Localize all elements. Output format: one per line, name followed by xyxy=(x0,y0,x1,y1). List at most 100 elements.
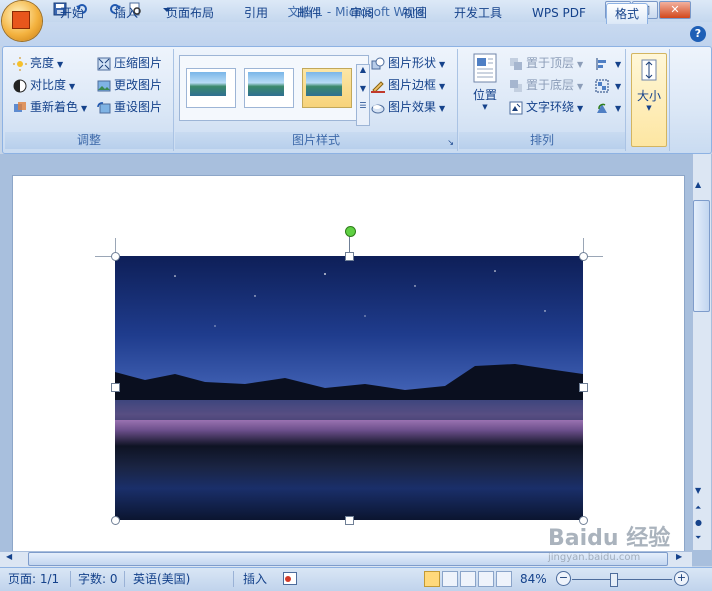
resize-handle-bottom-left[interactable] xyxy=(111,516,120,525)
picture-border-icon xyxy=(371,80,385,93)
send-to-back-button[interactable]: 置于底层 ▼ xyxy=(509,75,583,95)
change-picture-button[interactable]: 更改图片 xyxy=(97,75,162,95)
previous-page-icon[interactable]: ⏶ xyxy=(695,503,701,513)
word-count[interactable]: 字数: 0 xyxy=(78,571,118,587)
group-icon xyxy=(595,79,609,92)
help-icon[interactable]: ? xyxy=(690,26,706,42)
contrast-button[interactable]: 对比度 ▼ xyxy=(13,75,75,95)
vertical-scroll-thumb[interactable] xyxy=(693,200,710,312)
print-layout-view-button[interactable] xyxy=(424,571,440,587)
tab-view[interactable]: 视图 xyxy=(395,3,435,23)
picture-styles-group: ▲ ▼ ☰ 图片形状 ▼ 图片边框 ▼ 图片效果 ▼ 图片样式 ↘ xyxy=(175,49,458,151)
macro-record-icon[interactable] xyxy=(283,572,297,585)
tab-mailings[interactable]: 邮件 xyxy=(289,3,329,23)
group-objects-button[interactable]: ▼ xyxy=(595,75,621,95)
chevron-down-icon: ▼ xyxy=(577,82,584,91)
text-wrap-button[interactable]: 文字环绕 ▼ xyxy=(509,97,583,117)
size-label: 大小 xyxy=(636,89,661,103)
resize-handle-top[interactable] xyxy=(345,252,354,261)
reset-picture-button[interactable]: 重设图片 xyxy=(97,97,162,117)
chevron-down-icon: ▼ xyxy=(577,60,584,69)
size-button[interactable]: 大小 ▼ xyxy=(631,53,667,147)
size-group: 大小 ▼ xyxy=(627,49,670,151)
watermark: Baidu 经验 jingyan.baidu.com xyxy=(548,520,708,564)
chevron-down-icon: ▼ xyxy=(646,104,652,112)
brightness-icon xyxy=(13,56,27,71)
send-back-label: 置于底层 xyxy=(526,78,575,92)
align-button[interactable]: ▼ xyxy=(595,53,621,73)
status-divider xyxy=(124,571,125,587)
gallery-scroll[interactable]: ▲ ▼ ☰ xyxy=(356,64,370,126)
resize-handle-left[interactable] xyxy=(111,383,120,392)
picture-effects-button[interactable]: 图片效果 ▼ xyxy=(371,97,445,117)
status-divider xyxy=(233,571,234,587)
bring-to-front-button[interactable]: 置于顶层 ▼ xyxy=(509,53,583,73)
picture-style-2[interactable] xyxy=(244,68,294,108)
position-label: 位置 xyxy=(472,88,497,102)
insert-mode[interactable]: 插入 xyxy=(243,571,267,587)
zoom-slider-thumb[interactable] xyxy=(610,573,618,587)
chevron-down-icon: ▼ xyxy=(439,60,446,69)
office-logo-icon xyxy=(12,11,30,29)
brightness-label: 亮度 xyxy=(30,56,55,70)
zoom-out-button[interactable]: − xyxy=(556,571,571,586)
picture-shape-icon xyxy=(371,57,385,69)
tab-home[interactable]: 开始 xyxy=(52,3,92,23)
outline-view-button[interactable] xyxy=(478,571,494,587)
rotate-handle[interactable] xyxy=(345,226,356,237)
tab-review[interactable]: 审阅 xyxy=(342,3,382,23)
scroll-up-icon[interactable]: ▲ xyxy=(695,180,701,189)
adjust-group-label: 调整 xyxy=(5,132,173,149)
scroll-down-icon[interactable]: ▼ xyxy=(357,84,369,93)
picture-border-button[interactable]: 图片边框 ▼ xyxy=(371,75,445,95)
arrange-group: 位置 ▼ 置于顶层 ▼ 置于底层 ▼ 文字环绕 ▼ ▼ ▼ ▼ 排列 xyxy=(459,49,626,151)
brightness-button[interactable]: 亮度 ▼ xyxy=(13,53,63,73)
rotate-button[interactable]: ▼ xyxy=(595,97,621,117)
resize-handle-right[interactable] xyxy=(579,383,588,392)
style-preview-image xyxy=(190,72,226,96)
dialog-launcher-icon[interactable]: ↘ xyxy=(447,138,454,147)
scroll-up-icon[interactable]: ▲ xyxy=(357,65,369,74)
tab-references[interactable]: 引用 xyxy=(236,3,276,23)
web-layout-view-button[interactable] xyxy=(460,571,476,587)
chevron-down-icon: ▼ xyxy=(615,104,622,113)
resize-handle-bottom[interactable] xyxy=(345,516,354,525)
ribbon: 亮度 ▼ 对比度 ▼ 重新着色 ▼ 压缩图片 更改图片 重设图片 调整 ▲ ▼ ☰ xyxy=(2,46,712,154)
zoom-slider-track[interactable] xyxy=(572,579,672,580)
chevron-down-icon: ▼ xyxy=(57,60,64,69)
contrast-label: 对比度 xyxy=(30,78,67,92)
resize-handle-top-left[interactable] xyxy=(111,252,120,261)
full-screen-view-button[interactable] xyxy=(442,571,458,587)
zoom-in-button[interactable]: + xyxy=(674,571,689,586)
arrange-group-label: 排列 xyxy=(459,132,625,149)
draft-view-button[interactable] xyxy=(496,571,512,587)
bring-front-icon xyxy=(510,57,522,70)
gallery-more-icon[interactable]: ☰ xyxy=(357,101,369,110)
picture-style-3[interactable] xyxy=(302,68,352,108)
picture-shape-button[interactable]: 图片形状 ▼ xyxy=(371,53,445,73)
recolor-button[interactable]: 重新着色 ▼ xyxy=(13,97,87,117)
picture-style-1[interactable] xyxy=(186,68,236,108)
position-button[interactable]: 位置 ▼ xyxy=(467,53,503,117)
chevron-down-icon: ▼ xyxy=(439,104,446,113)
chevron-down-icon: ▼ xyxy=(439,82,446,91)
scroll-down-icon[interactable]: ▼ xyxy=(695,486,701,495)
recolor-label: 重新着色 xyxy=(30,100,79,114)
compress-pictures-button[interactable]: 压缩图片 xyxy=(97,53,162,73)
page-count[interactable]: 页面: 1/1 xyxy=(8,571,59,587)
send-back-icon xyxy=(510,79,522,92)
tab-format[interactable]: 格式 xyxy=(606,3,649,24)
resize-handle-top-right[interactable] xyxy=(579,252,588,261)
tab-developer[interactable]: 开发工具 xyxy=(446,3,510,23)
tab-wps-pdf[interactable]: WPS PDF xyxy=(524,3,594,23)
close-button[interactable]: ✕ xyxy=(659,1,691,19)
align-icon xyxy=(596,57,606,70)
chevron-down-icon: ▼ xyxy=(482,103,488,111)
tab-insert[interactable]: 插入 xyxy=(106,3,146,23)
language-indicator[interactable]: 英语(美国) xyxy=(133,571,190,587)
chevron-down-icon: ▼ xyxy=(577,104,584,113)
tab-page-layout[interactable]: 页面布局 xyxy=(158,3,222,23)
zoom-level[interactable]: 84% xyxy=(520,571,547,587)
picture-style-gallery: ▲ ▼ ☰ xyxy=(179,55,370,126)
scroll-left-icon[interactable]: ◀ xyxy=(6,552,12,561)
